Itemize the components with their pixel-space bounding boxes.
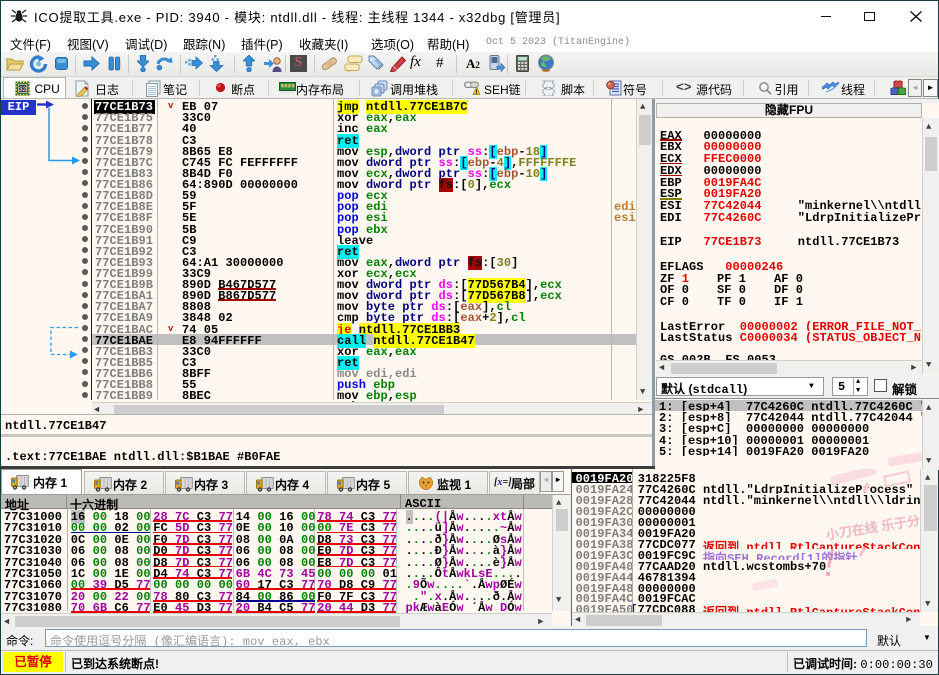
svg-text:!: ! bbox=[476, 90, 478, 95]
svg-text:32: 32 bbox=[18, 86, 26, 93]
svg-text:<>: <> bbox=[545, 86, 553, 93]
